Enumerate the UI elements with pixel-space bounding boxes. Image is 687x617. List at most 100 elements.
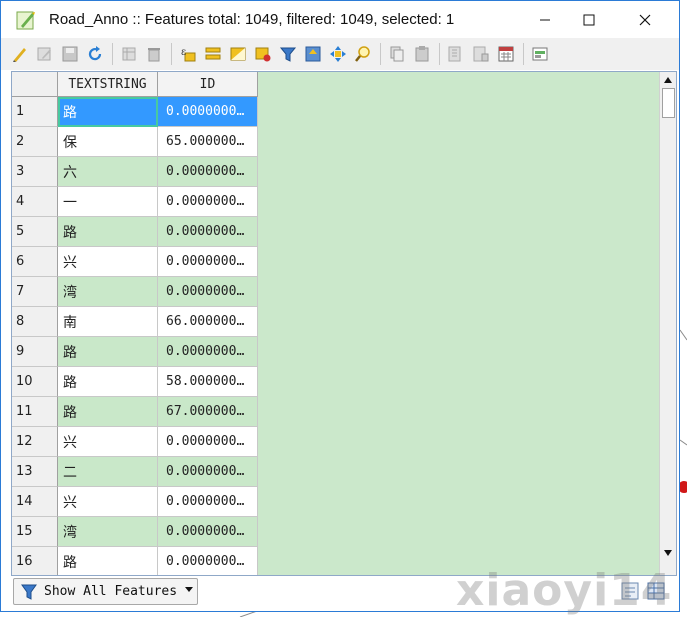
table-row[interactable]: 10 路 58.000000… — [12, 367, 258, 397]
row-header[interactable]: 1 — [12, 97, 58, 127]
cell-id[interactable]: 0.0000000… — [158, 217, 258, 247]
attribute-toolbar: ε — [1, 38, 679, 70]
add-feature-button[interactable] — [118, 43, 140, 65]
cell-textstring[interactable]: 路 — [58, 397, 158, 427]
attribute-table[interactable]: TEXTSTRING ID 1 路 0.0000000… 2 保 65.0000… — [11, 71, 677, 576]
zoom-to-selection-button[interactable] — [352, 43, 374, 65]
cell-textstring[interactable]: 湾 — [58, 277, 158, 307]
cell-id[interactable]: 0.0000000… — [158, 427, 258, 457]
cell-id[interactable]: 0.0000000… — [158, 247, 258, 277]
copy-rows-button[interactable] — [386, 43, 408, 65]
table-row[interactable]: 13 二 0.0000000… — [12, 457, 258, 487]
dropdown-arrow-icon — [185, 587, 193, 592]
row-header[interactable]: 15 — [12, 517, 58, 547]
deselect-all-button[interactable] — [252, 43, 274, 65]
table-row[interactable]: 15 湾 0.0000000… — [12, 517, 258, 547]
cell-id[interactable]: 66.000000… — [158, 307, 258, 337]
cell-textstring[interactable]: 兴 — [58, 487, 158, 517]
cell-id[interactable]: 58.000000… — [158, 367, 258, 397]
scrollbar-thumb[interactable] — [662, 88, 675, 118]
pan-to-selection-button[interactable] — [327, 43, 349, 65]
row-header[interactable]: 10 — [12, 367, 58, 397]
cell-id[interactable]: 0.0000000… — [158, 277, 258, 307]
table-row[interactable]: 2 保 65.000000… — [12, 127, 258, 157]
conditional-formatting-button[interactable] — [529, 43, 551, 65]
row-header[interactable]: 3 — [12, 157, 58, 187]
table-row[interactable]: 14 兴 0.0000000… — [12, 487, 258, 517]
scroll-down-button[interactable] — [660, 545, 676, 561]
row-header[interactable]: 16 — [12, 547, 58, 575]
show-features-filter-button[interactable]: Show All Features — [13, 578, 198, 605]
multi-edit-button[interactable] — [34, 43, 56, 65]
column-header-id[interactable]: ID — [158, 72, 258, 97]
column-header-textstring[interactable]: TEXTSTRING — [58, 72, 158, 97]
title-bar[interactable]: Road_Anno :: Features total: 1049, filte… — [1, 1, 679, 38]
close-button[interactable] — [623, 1, 667, 38]
cell-textstring[interactable]: 二 — [58, 457, 158, 487]
delete-field-button[interactable] — [470, 43, 492, 65]
invert-selection-button[interactable] — [227, 43, 249, 65]
cell-id[interactable]: 0.0000000… — [158, 337, 258, 367]
cell-id[interactable]: 0.0000000… — [158, 97, 258, 127]
table-corner-button[interactable] — [12, 72, 58, 97]
reload-button[interactable] — [84, 43, 106, 65]
row-header[interactable]: 12 — [12, 427, 58, 457]
cell-textstring[interactable]: 一 — [58, 187, 158, 217]
cell-textstring[interactable]: 路 — [58, 367, 158, 397]
table-row[interactable]: 4 一 0.0000000… — [12, 187, 258, 217]
table-row[interactable]: 11 路 67.000000… — [12, 397, 258, 427]
cell-id[interactable]: 0.0000000… — [158, 187, 258, 217]
row-header[interactable]: 7 — [12, 277, 58, 307]
cell-textstring[interactable]: 南 — [58, 307, 158, 337]
cell-textstring[interactable]: 保 — [58, 127, 158, 157]
cell-id[interactable]: 0.0000000… — [158, 157, 258, 187]
cell-textstring[interactable]: 兴 — [58, 427, 158, 457]
cell-textstring[interactable]: 路 — [58, 97, 158, 127]
table-row[interactable]: 5 路 0.0000000… — [12, 217, 258, 247]
cell-id[interactable]: 67.000000… — [158, 397, 258, 427]
row-header[interactable]: 2 — [12, 127, 58, 157]
cell-id[interactable]: 0.0000000… — [158, 457, 258, 487]
table-row[interactable]: 6 兴 0.0000000… — [12, 247, 258, 277]
save-edits-button[interactable] — [59, 43, 81, 65]
attribute-table-window: Road_Anno :: Features total: 1049, filte… — [0, 0, 680, 612]
new-field-button[interactable] — [445, 43, 467, 65]
table-row[interactable]: 9 路 0.0000000… — [12, 337, 258, 367]
row-header[interactable]: 5 — [12, 217, 58, 247]
cell-textstring[interactable]: 路 — [58, 337, 158, 367]
row-header[interactable]: 13 — [12, 457, 58, 487]
table-row[interactable]: 7 湾 0.0000000… — [12, 277, 258, 307]
field-calculator-button[interactable] — [495, 43, 517, 65]
cell-textstring[interactable]: 六 — [58, 157, 158, 187]
table-row[interactable]: 16 路 0.0000000… — [12, 547, 258, 575]
cell-textstring[interactable]: 路 — [58, 547, 158, 575]
select-by-expression-button[interactable]: ε — [177, 43, 199, 65]
row-header[interactable]: 8 — [12, 307, 58, 337]
cell-textstring[interactable]: 兴 — [58, 247, 158, 277]
cell-id[interactable]: 0.0000000… — [158, 547, 258, 575]
row-header[interactable]: 11 — [12, 397, 58, 427]
row-header[interactable]: 14 — [12, 487, 58, 517]
move-selection-to-top-button[interactable] — [302, 43, 324, 65]
toggle-editing-button[interactable] — [9, 43, 31, 65]
table-row[interactable]: 1 路 0.0000000… — [12, 97, 258, 127]
cell-textstring[interactable]: 路 — [58, 217, 158, 247]
table-row[interactable]: 8 南 66.000000… — [12, 307, 258, 337]
cell-id[interactable]: 0.0000000… — [158, 487, 258, 517]
table-row[interactable]: 3 六 0.0000000… — [12, 157, 258, 187]
minimize-button[interactable] — [523, 1, 567, 38]
paste-features-button[interactable] — [411, 43, 433, 65]
scroll-up-button[interactable] — [660, 72, 676, 88]
select-all-button[interactable] — [202, 43, 224, 65]
filter-selected-button[interactable] — [277, 43, 299, 65]
delete-feature-button[interactable] — [143, 43, 165, 65]
cell-textstring[interactable]: 湾 — [58, 517, 158, 547]
row-header[interactable]: 6 — [12, 247, 58, 277]
cell-id[interactable]: 0.0000000… — [158, 517, 258, 547]
table-row[interactable]: 12 兴 0.0000000… — [12, 427, 258, 457]
row-header[interactable]: 4 — [12, 187, 58, 217]
cell-id[interactable]: 65.000000… — [158, 127, 258, 157]
vertical-scrollbar[interactable] — [659, 72, 676, 575]
maximize-button[interactable] — [567, 1, 611, 38]
row-header[interactable]: 9 — [12, 337, 58, 367]
